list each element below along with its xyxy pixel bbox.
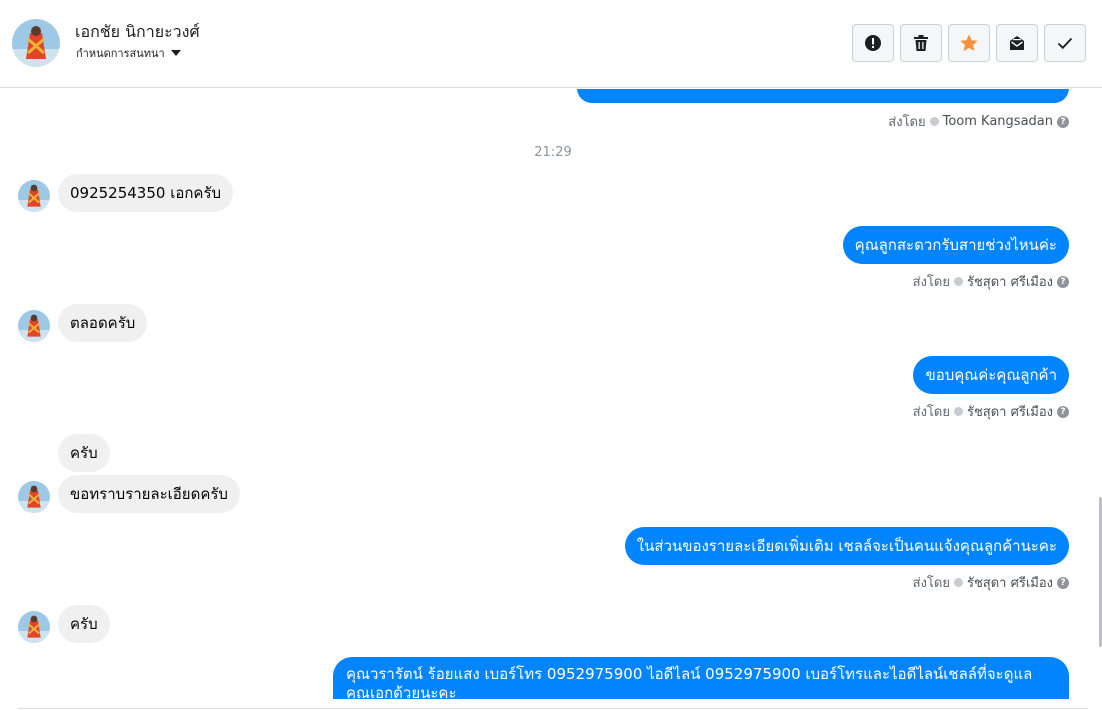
help-icon[interactable]: ? — [1057, 275, 1069, 288]
mark-done-button[interactable] — [1044, 24, 1086, 62]
help-icon[interactable]: ? — [1057, 576, 1069, 589]
contact-name: เอกชัย นิกายะวงศ์ — [75, 22, 200, 41]
sent-by-info: ส่งโดย รัชสุดา ศรีเมือง ? — [913, 401, 1069, 422]
sent-check-icon — [953, 277, 963, 286]
assign-label: กำหนดการสนทนา — [76, 47, 165, 60]
incoming-message: ตลอดครับ — [58, 304, 148, 342]
outgoing-message: คุณวรารัตน์ ร้อยแสง เบอร์โทร 0952975900 … — [333, 657, 1069, 699]
help-icon[interactable]: ? — [1057, 405, 1069, 418]
star-icon — [960, 34, 978, 51]
sent-by-info: ส่งโดย Toom Kangsadan ? — [888, 111, 1069, 132]
composer-divider — [18, 708, 1088, 709]
scrollbar[interactable] — [1098, 89, 1102, 701]
avatar — [18, 481, 50, 513]
incoming-message: 0925254350 เอกครับ — [58, 174, 234, 212]
help-icon[interactable]: ? — [1057, 115, 1069, 128]
conversation-header: เอกชัย นิกายะวงศ์ กำหนดการสนทนา — [0, 0, 1102, 88]
incoming-message: ครับ — [58, 434, 110, 472]
incoming-message: ขอทราบรายละเอียดครับ — [58, 475, 240, 513]
mark-unread-button[interactable] — [996, 24, 1038, 62]
outgoing-message: ในส่วนของรายละเอียดเพิ่มเติม เชลล์จะเป็น… — [624, 527, 1069, 565]
header-actions — [852, 24, 1086, 62]
outgoing-message-partial — [577, 89, 1069, 103]
assign-conversation-dropdown[interactable]: กำหนดการสนทนา — [76, 44, 181, 62]
avatar — [18, 611, 50, 643]
outgoing-message: ขอบคุณค่ะคุณลูกค้า — [913, 356, 1069, 394]
outgoing-message: คุณลูกสะดวกรับสายช่วงไหนค่ะ — [842, 226, 1069, 264]
caret-down-icon — [170, 50, 181, 56]
incoming-message: ครับ — [58, 605, 110, 643]
trash-icon — [914, 35, 928, 51]
sent-by-info: ส่งโดย รัชสุดา ศรีเมือง ? — [913, 572, 1069, 593]
delete-button[interactable] — [900, 24, 942, 62]
sent-check-icon — [953, 407, 963, 416]
star-button[interactable] — [948, 24, 990, 62]
mark-spam-button[interactable] — [852, 24, 894, 62]
avatar — [18, 310, 50, 342]
sent-check-icon — [953, 578, 963, 587]
exclamation-icon — [865, 35, 881, 51]
check-icon — [1057, 37, 1073, 50]
avatar — [18, 180, 50, 212]
sent-check-icon — [929, 117, 939, 126]
message-thread[interactable]: ส่งโดย Toom Kangsadan ? 21:29 0925254350… — [0, 89, 1098, 699]
contact-avatar[interactable] — [12, 19, 60, 67]
message-timestamp: 21:29 — [534, 145, 572, 160]
envelope-icon — [1010, 36, 1024, 50]
sent-by-info: ส่งโดย รัชสุดา ศรีเมือง ? — [913, 271, 1069, 292]
